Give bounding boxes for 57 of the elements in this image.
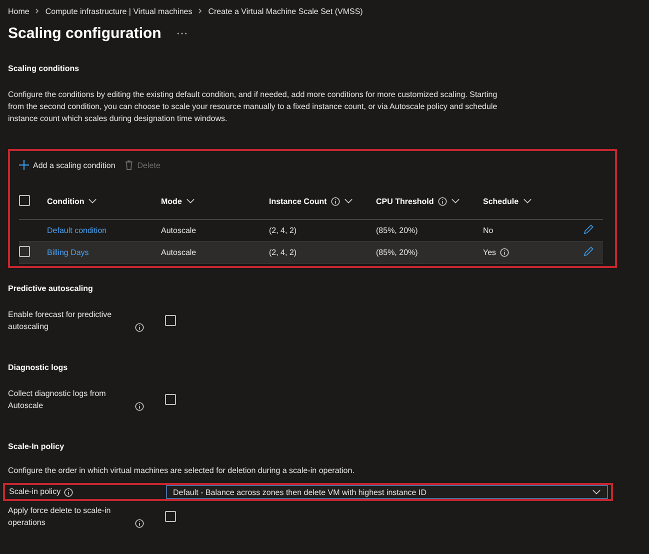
chevron-down-icon <box>450 198 460 204</box>
policy-dropdown[interactable]: Default - Balance across zones then delete VM with highest instance ID <box>166 485 608 499</box>
breadcrumb-link[interactable]: Create a Virtual Machine Scale Set (VMSS) <box>208 7 363 16</box>
field-label: Scale-in policy <box>9 486 61 498</box>
field-label: Apply force delete to scale-in operations <box>8 505 112 529</box>
table-cell: Autoscale <box>161 248 196 257</box>
table-cell: Yes <box>483 248 496 257</box>
chevron-down-icon <box>592 489 601 495</box>
page-title: Scaling configuration <box>8 24 162 42</box>
section-heading: Diagnostic logs <box>8 363 69 372</box>
column-header[interactable]: Condition <box>47 196 84 206</box>
column-header[interactable]: Mode <box>161 196 182 206</box>
chevron-right-icon <box>35 8 40 14</box>
more-icon[interactable] <box>177 32 188 34</box>
section-description: Configure the conditions by editing the existing default condition, and if needed, add more conditions for more customized scaling. Starting from the second condition, you can choose to scale your resource manually to a fixed instance count, or via Autoscale policy and schedule instance count which scales during designation time windows. <box>8 89 498 125</box>
info-icon[interactable] <box>64 488 73 496</box>
column-header[interactable]: CPU Threshold <box>376 196 434 206</box>
condition-link[interactable]: Billing Days <box>47 248 89 257</box>
checkbox[interactable] <box>165 314 176 326</box>
column-header[interactable]: Instance Count <box>269 196 327 206</box>
checkbox[interactable] <box>19 194 30 206</box>
checkbox[interactable] <box>165 510 176 522</box>
condition-link[interactable]: Default condition <box>47 226 107 235</box>
chevron-down-icon <box>344 198 353 204</box>
info-icon[interactable] <box>135 322 144 332</box>
column-header[interactable]: Schedule <box>483 196 519 206</box>
edit-icon[interactable] <box>583 246 594 257</box>
field-label: Enable forecast for predictive autoscaling <box>8 309 113 333</box>
chevron-down-icon <box>522 198 532 204</box>
table-cell: Autoscale <box>161 226 196 235</box>
table-cell: (2, 4, 2) <box>269 248 297 257</box>
section-heading: Predictive autoscaling <box>8 284 94 293</box>
info-icon[interactable] <box>438 196 447 206</box>
table-cell: (2, 4, 2) <box>269 226 297 235</box>
chevron-down-icon <box>186 198 195 204</box>
chevron-down-icon <box>88 198 98 204</box>
field-label: Collect diagnostic logs from Autoscale <box>8 388 107 412</box>
table-row[interactable]: Billing Days Autoscale (2, 4, 2) (85%, 20%) Yes <box>19 242 603 264</box>
chevron-right-icon <box>198 8 202 14</box>
trash-icon <box>125 160 134 170</box>
table-cell: No <box>483 226 494 235</box>
checkbox[interactable] <box>19 246 30 257</box>
plus-icon <box>19 160 29 170</box>
info-icon[interactable] <box>135 518 144 528</box>
info-icon[interactable] <box>500 248 510 257</box>
table-cell: (85%, 20%) <box>376 248 418 257</box>
section-heading: Scale-In policy <box>8 442 66 451</box>
table-cell: (85%, 20%) <box>376 226 418 235</box>
edit-icon[interactable] <box>583 224 594 235</box>
add-button[interactable]: Add a scaling condition <box>19 160 116 170</box>
breadcrumb-link[interactable]: Compute infrastructure | Virtual machines <box>45 7 192 16</box>
breadcrumb-link[interactable]: Home <box>8 7 30 16</box>
section-description: Configure the order in which virtual machines are selected for deletion during a scale-in operation. <box>8 465 356 477</box>
info-icon[interactable] <box>135 402 144 410</box>
section-heading: Scaling conditions <box>8 64 80 73</box>
info-icon[interactable] <box>330 196 340 206</box>
checkbox[interactable] <box>165 394 176 404</box>
